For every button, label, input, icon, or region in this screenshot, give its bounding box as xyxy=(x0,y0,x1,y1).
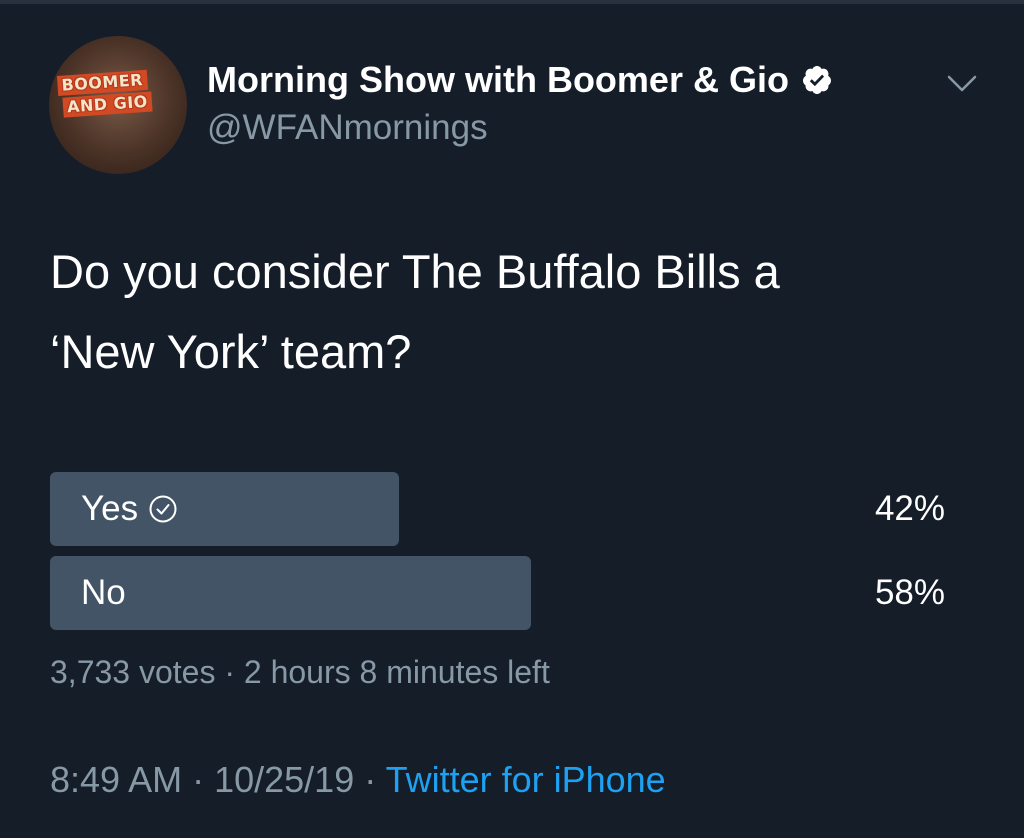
tweet-text-line2: ‘New York’ team? xyxy=(50,325,412,378)
poll-option-label-text: Yes xyxy=(81,489,139,528)
source-link[interactable]: Twitter for iPhone xyxy=(386,759,666,800)
poll-option-yes: Yes 42% xyxy=(50,472,950,546)
chevron-down-icon[interactable] xyxy=(944,68,980,98)
poll-percent: 42% xyxy=(874,489,945,528)
display-name-text[interactable]: Morning Show with Boomer & Gio xyxy=(207,60,789,100)
tweet-text-line1: Do you consider The Buffalo Bills a xyxy=(50,245,780,298)
poll: Yes 42% No 58% xyxy=(50,472,950,640)
display-name[interactable]: Morning Show with Boomer & Gio xyxy=(207,60,833,100)
timestamp-row: 8:49 AM · 10/25/19 · Twitter for iPhone xyxy=(50,758,666,802)
tweet-date[interactable]: 10/25/19 xyxy=(214,759,354,800)
poll-meta: 3,733 votes · 2 hours 8 minutes left xyxy=(50,650,550,694)
poll-option-label: Yes xyxy=(81,472,178,546)
poll-option-label: No xyxy=(81,556,126,630)
avatar[interactable]: BOOMER AND GIO xyxy=(49,36,187,174)
avatar-logo-line2: AND GIO xyxy=(62,91,153,118)
verified-badge-icon xyxy=(802,66,831,94)
poll-percent: 58% xyxy=(874,573,945,612)
poll-option-no: No 58% xyxy=(50,556,950,630)
handle[interactable]: @WFANmornings xyxy=(207,108,488,148)
poll-vote-count: 3,733 votes xyxy=(50,654,216,690)
poll-time-left: 2 hours 8 minutes left xyxy=(243,654,550,690)
tweet-time[interactable]: 8:49 AM xyxy=(50,759,182,800)
separator-dot: · xyxy=(182,759,215,800)
separator-dot: · xyxy=(354,759,386,800)
avatar-logo: BOOMER AND GIO xyxy=(56,68,175,140)
tweet-text: Do you consider The Buffalo Bills a ‘New… xyxy=(50,232,950,392)
check-circle-icon xyxy=(149,495,177,523)
tweet-card: BOOMER AND GIO Morning Show with Boomer … xyxy=(0,4,1024,838)
separator-dot: · xyxy=(215,654,244,690)
poll-option-label-text: No xyxy=(81,573,126,612)
